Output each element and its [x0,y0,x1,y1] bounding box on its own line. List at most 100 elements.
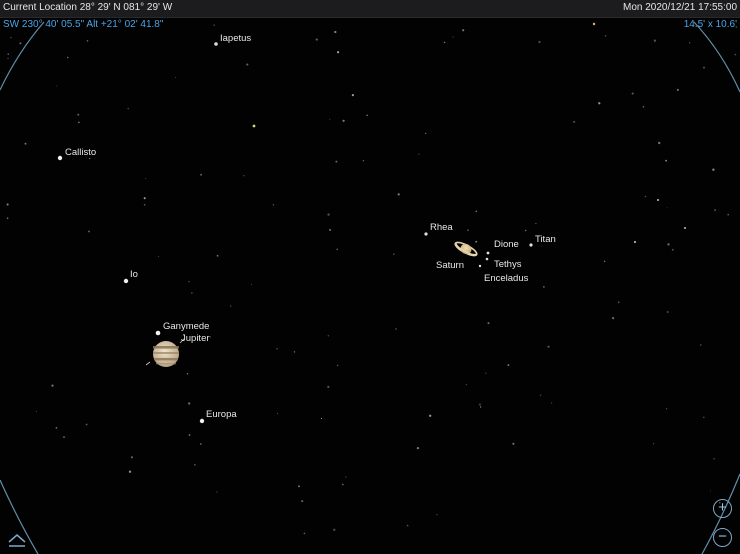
background-star [175,76,177,78]
sky-view[interactable]: Current Location 28° 29' N 081° 29' W Mo… [0,0,740,554]
background-star [19,42,22,45]
background-star [251,284,252,286]
background-star [535,223,537,225]
background-star [329,228,332,231]
background-star [462,29,465,32]
fov-arc-top-left [0,21,45,91]
background-star [452,36,454,38]
background-star [298,485,300,488]
background-star [475,240,478,243]
background-star [631,92,634,95]
moon-dione [486,251,490,255]
label-enceladus[interactable]: Enceladus [484,273,528,284]
fov-arc-top-right [693,21,740,93]
background-star [633,240,637,244]
background-star [191,292,193,294]
zoom-in-button[interactable]: + [713,499,732,518]
background-star [676,88,679,91]
background-star [703,66,705,69]
moon-tethys [485,257,489,261]
background-star [658,141,661,145]
label-titan[interactable]: Titan [535,234,556,245]
background-star [653,39,657,42]
background-star [362,160,365,162]
expand-panel-button[interactable] [6,532,28,548]
background-star [336,364,339,367]
moon-callisto [57,155,63,161]
background-star [688,42,691,44]
saturn-disk[interactable] [453,239,479,259]
moon-io [123,278,129,284]
background-star [657,199,659,201]
background-star [700,344,702,346]
background-star [188,402,191,405]
label-europa[interactable]: Europa [206,409,237,420]
background-star [351,94,354,97]
status-bar: Current Location 28° 29' N 081° 29' W Mo… [0,0,740,18]
background-star [485,372,487,374]
background-star [465,383,468,386]
background-star [598,102,601,105]
background-star [56,85,58,87]
background-star [335,160,338,163]
background-star [512,442,515,445]
field-of-view-size: 14.5' x 10.6' [683,19,737,30]
background-star [85,423,88,426]
background-star [63,436,65,438]
label-ganymede[interactable]: Ganymede [163,321,209,332]
background-star [345,476,347,478]
background-star [436,513,438,516]
background-star [246,63,249,66]
moons [57,42,533,424]
background-star [416,446,420,450]
background-star [342,483,344,486]
background-star [714,209,716,211]
label-saturn[interactable]: Saturn [436,260,464,271]
background-star [188,434,191,436]
background-star [734,53,737,56]
background-star [342,119,345,122]
label-dione[interactable]: Dione [494,239,519,250]
moon-europa [199,418,205,424]
background-star [293,351,296,353]
background-star [683,226,687,230]
background-star [127,107,129,110]
background-star [320,417,323,420]
background-star [86,40,89,42]
background-star [478,403,481,406]
background-star [6,203,9,206]
background-star [551,402,553,404]
background-star [710,490,711,492]
background-star [145,178,147,180]
background-star [334,30,337,34]
background-star [406,524,409,527]
label-rhea[interactable]: Rhea [430,222,453,233]
background-star [209,336,211,338]
minus-circle-icon: − [718,528,727,545]
background-star [712,168,715,171]
zoom-out-button[interactable]: − [713,528,732,547]
background-star [276,348,278,350]
star-field[interactable] [0,0,740,554]
background-star [213,24,215,26]
background-star [333,528,336,531]
background-star [429,414,432,417]
background-star [336,248,338,250]
label-iapetus[interactable]: Iapetus [220,33,251,44]
background-star [538,40,541,44]
background-star [143,197,146,200]
label-jupiter[interactable]: Jupiter [181,333,210,344]
background-star [24,142,27,145]
background-star [200,173,203,176]
label-io[interactable]: Io [130,269,138,280]
background-star [327,334,330,337]
background-star [7,57,9,60]
jupiter-disk[interactable] [153,341,179,367]
label-callisto[interactable]: Callisto [65,147,96,158]
background-star [327,213,330,216]
background-star [642,105,645,108]
background-star [397,193,400,196]
moon-titan [529,243,533,247]
moon-ganymede [155,330,161,336]
label-tethys[interactable]: Tethys [494,259,521,270]
